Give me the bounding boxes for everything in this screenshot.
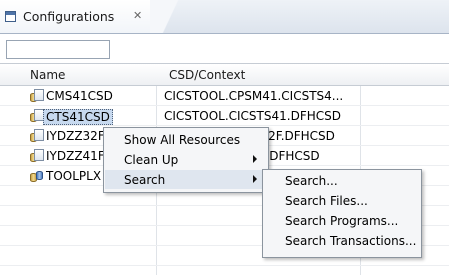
csd-file-icon — [30, 89, 45, 102]
tab-edge — [150, 0, 190, 33]
table-header: Name CSD/Context — [0, 64, 449, 86]
filter-input[interactable] — [6, 40, 110, 59]
submenu-arrow-icon — [253, 175, 257, 183]
menu-item-show-all-resources[interactable]: Show All Resources — [105, 130, 267, 149]
row-context: CICSTOOL.CICSTS41.DFHCSD — [164, 109, 341, 123]
submenu-item-search[interactable]: Search... — [285, 174, 338, 188]
column-header-name[interactable]: Name — [30, 68, 65, 82]
search-submenu: Search... Search Files... Search Program… — [262, 169, 422, 258]
submenu-arrow-icon — [253, 155, 257, 163]
menu-item-label: Show All Resources — [124, 133, 241, 147]
plex-group-icon — [30, 169, 45, 182]
row-name: IYDZZ32F — [46, 129, 105, 143]
submenu-item-search-transactions[interactable]: Search Transactions... — [285, 234, 416, 248]
submenu-item-search-programs[interactable]: Search Programs... — [285, 214, 398, 228]
configurations-tab[interactable]: Configurations ✕ — [0, 0, 156, 33]
table-view-icon — [5, 11, 16, 22]
close-icon[interactable]: ✕ — [133, 9, 142, 22]
submenu-item-search-files[interactable]: Search Files... — [285, 194, 368, 208]
menu-item-label: Search — [124, 173, 166, 187]
row-name: IYDZZ41F — [46, 149, 105, 163]
table-row-selected[interactable]: CTS41CSD CICSTOOL.CICSTS41.DFHCSD — [0, 106, 449, 126]
tab-title: Configurations — [23, 9, 115, 24]
column-header-context[interactable]: CSD/Context — [169, 68, 245, 82]
csd-file-icon — [30, 149, 45, 162]
context-menu: Show All Resources Clean Up Search — [103, 127, 269, 193]
menu-item-clean-up[interactable]: Clean Up — [105, 150, 267, 169]
configurations-view: Configurations ✕ Name CSD/Context CMS41C… — [0, 0, 449, 275]
menu-item-label: Clean Up — [124, 153, 179, 167]
row-name: CMS41CSD — [46, 89, 113, 103]
row-context: CICSTOOL.CPSM41.CICSTS4... — [164, 89, 344, 103]
csd-file-icon — [30, 129, 45, 142]
row-name: CTS41CSD — [43, 109, 113, 125]
menu-item-search[interactable]: Search — [105, 170, 267, 189]
table-row[interactable]: CMS41CSD CICSTOOL.CPSM41.CICSTS4... — [0, 86, 449, 106]
view-tab-bar: Configurations ✕ — [0, 0, 449, 34]
row-name: TOOLPLX — [46, 169, 102, 183]
